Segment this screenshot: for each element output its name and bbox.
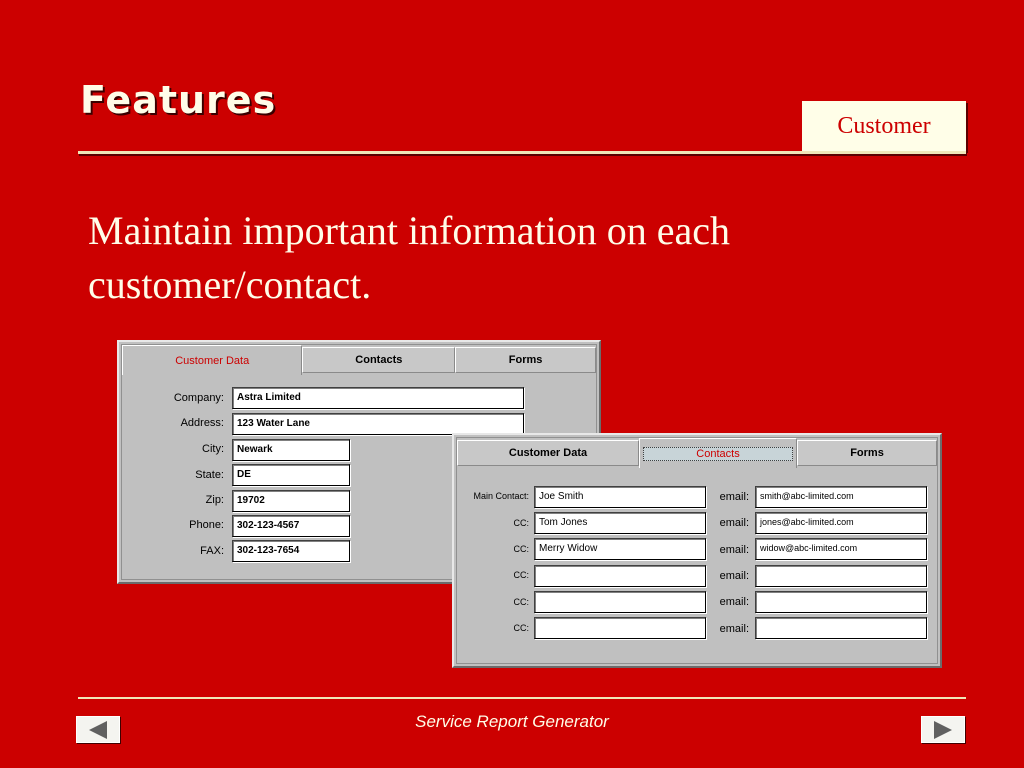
customer-window-tabbar: Customer Data Contacts Forms	[122, 345, 596, 375]
address-field[interactable]: 123 Water Lane	[232, 413, 524, 435]
footer-divider	[78, 697, 966, 699]
email-label: email:	[719, 596, 749, 608]
company-label: Company:	[173, 392, 224, 404]
email-label: email:	[719, 491, 749, 503]
email-label: email:	[719, 623, 749, 635]
header-divider	[78, 151, 966, 154]
main-contact-email-field[interactable]: smith@abc-limited.com	[755, 486, 927, 508]
fax-field[interactable]: 302-123-7654	[232, 540, 350, 562]
cc-email-field[interactable]	[755, 617, 927, 639]
cc-label: CC:	[513, 623, 530, 633]
tab-contacts[interactable]: Contacts	[302, 347, 456, 373]
address-label: Address:	[180, 417, 224, 429]
tab-contacts[interactable]: Contacts	[639, 438, 797, 468]
state-label: State:	[195, 469, 224, 481]
zip-field[interactable]: 19702	[232, 490, 350, 512]
fax-label: FAX:	[200, 545, 224, 557]
cc-name-field[interactable]	[534, 617, 706, 639]
company-field[interactable]: Astra Limited	[232, 387, 524, 409]
main-contact-name-field[interactable]: Joe Smith	[534, 486, 706, 508]
tab-forms[interactable]: Forms	[797, 440, 937, 466]
section-badge: Customer	[802, 101, 966, 151]
tab-customer-data[interactable]: Customer Data	[122, 345, 303, 375]
right-triangle-icon	[934, 720, 952, 739]
cc-label: CC:	[513, 544, 530, 554]
cc-email-field[interactable]: widow@abc-limited.com	[755, 538, 927, 560]
zip-label: Zip:	[205, 494, 224, 506]
cc-email-field[interactable]	[755, 591, 927, 613]
cc-email-field[interactable]: jones@abc-limited.com	[755, 512, 927, 534]
city-field[interactable]: Newark	[232, 439, 350, 461]
city-label: City:	[202, 443, 224, 455]
cc-name-field[interactable]	[534, 591, 706, 613]
next-slide-button[interactable]	[921, 716, 965, 743]
email-label: email:	[719, 570, 749, 582]
cc-name-field[interactable]: Merry Widow	[534, 538, 706, 560]
cc-name-field[interactable]: Tom Jones	[534, 512, 706, 534]
cc-label: CC:	[513, 597, 530, 607]
slide-title: Features	[80, 78, 277, 122]
email-label: email:	[719, 544, 749, 556]
cc-email-field[interactable]	[755, 565, 927, 587]
phone-label: Phone:	[189, 519, 224, 531]
tab-contacts-label: Contacts	[643, 446, 793, 461]
slide-body-text: Maintain important information on each c…	[88, 208, 731, 307]
previous-slide-button[interactable]	[76, 716, 120, 743]
contacts-window: Customer Data Contacts Forms Main Contac…	[452, 433, 942, 668]
cc-label: CC:	[513, 518, 530, 528]
main-contact-label: Main Contact:	[473, 491, 529, 501]
state-field[interactable]: DE	[232, 464, 350, 486]
left-triangle-icon	[89, 720, 107, 739]
email-label: email:	[719, 517, 749, 529]
tab-forms[interactable]: Forms	[455, 347, 596, 373]
cc-name-field[interactable]	[534, 565, 706, 587]
contacts-window-tabbar: Customer Data Contacts Forms	[457, 438, 937, 468]
phone-field[interactable]: 302-123-4567	[232, 515, 350, 537]
footer-text: Service Report Generator	[415, 712, 609, 731]
tab-customer-data[interactable]: Customer Data	[457, 440, 639, 466]
cc-label: CC:	[513, 570, 530, 580]
